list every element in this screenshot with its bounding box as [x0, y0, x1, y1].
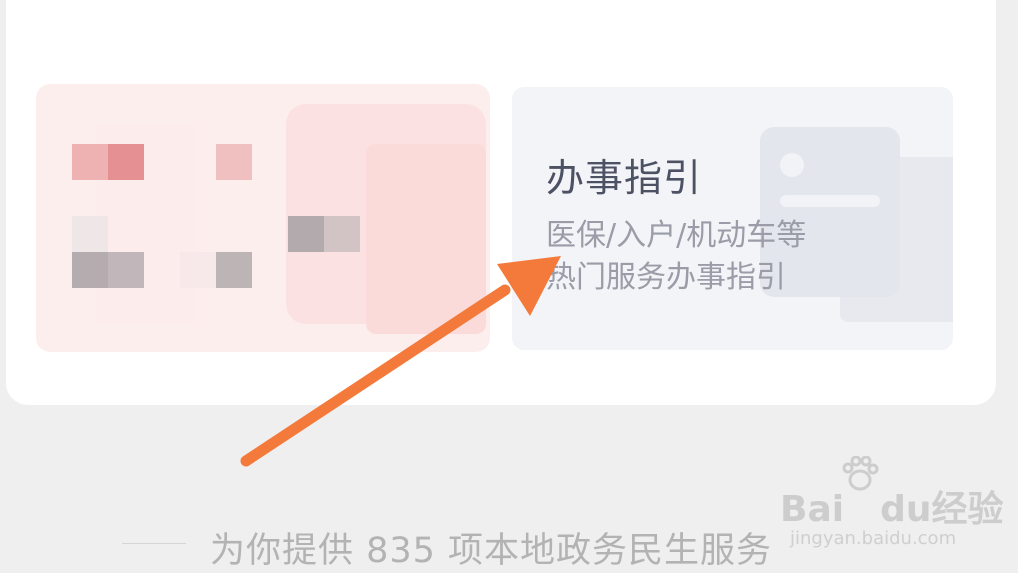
arrow-annotation-icon: [240, 256, 561, 467]
page: 办事指引 医保/入户/机动车等 热门服务办事指引 为你提供 835 项本地政务民…: [0, 0, 1018, 573]
